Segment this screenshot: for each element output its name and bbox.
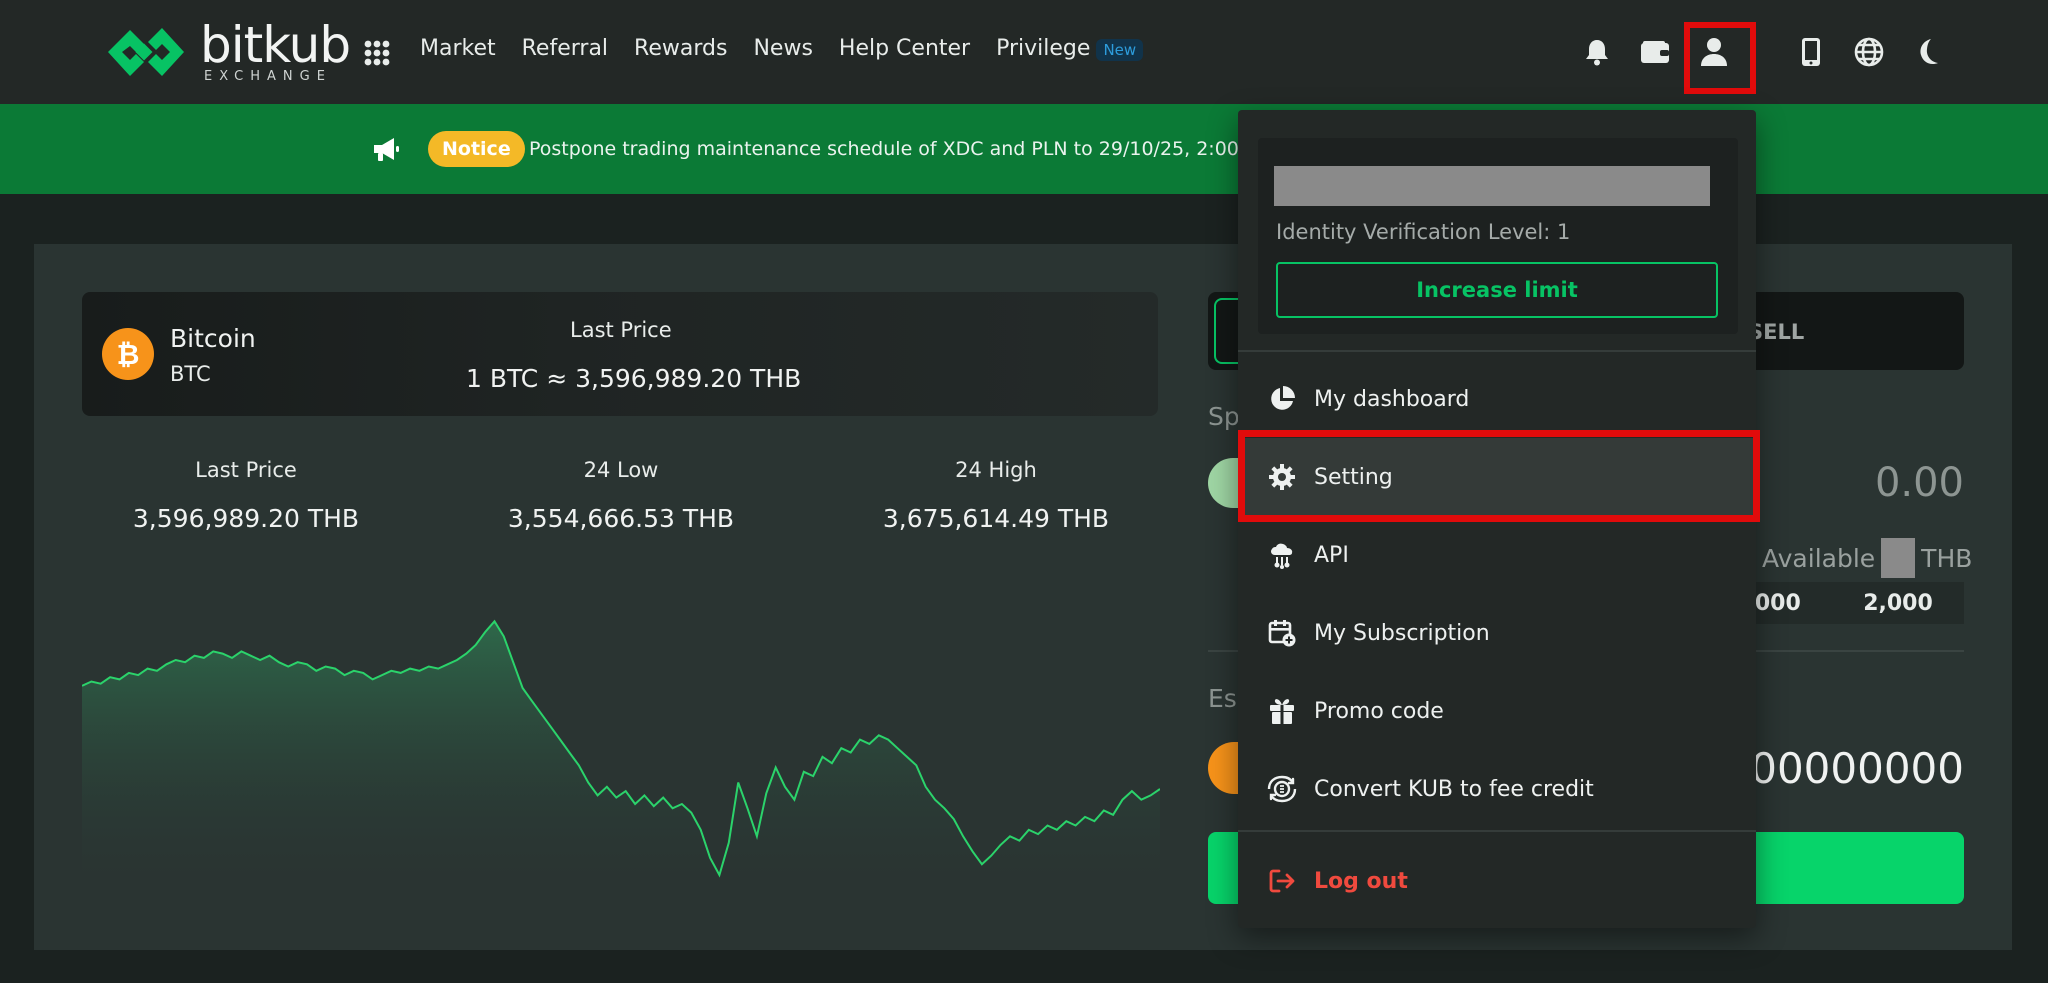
menu-item-promo-code[interactable]: Promo code (1238, 672, 1756, 750)
menu-item-label: API (1314, 542, 1349, 568)
bell-icon[interactable] (1579, 34, 1615, 70)
stat-24-low-value: 3,554,666.53 THB (507, 504, 735, 533)
menu-item-label: My Subscription (1314, 620, 1490, 646)
logo-word: bitkub (200, 15, 351, 74)
menu-item-label: My dashboard (1314, 386, 1470, 412)
menu-item-convert-kub[interactable]: Convert KUB to fee credit (1238, 750, 1756, 828)
last-price-value: 1 BTC ≈ 3,596,989.20 THB (466, 364, 802, 393)
stat-24-high-label: 24 High (955, 458, 1037, 482)
available-label: Available (1762, 543, 1876, 573)
estimate-label: Es (1208, 684, 1237, 713)
main-nav: Market Referral Rewards News Help Center… (420, 36, 1144, 61)
logout-label: Log out (1314, 868, 1408, 894)
notice-pill: Notice (428, 131, 525, 167)
cloud-network-icon (1266, 539, 1298, 571)
bitkub-logo-icon (100, 20, 192, 84)
phone-icon[interactable] (1793, 34, 1829, 70)
coin-name: Bitcoin (170, 324, 256, 353)
setting-highlight (1238, 430, 1760, 522)
menu-divider-top (1238, 350, 1756, 352)
nav-referral[interactable]: Referral (522, 36, 608, 61)
coin-header-panel (82, 292, 1158, 416)
menu-item-api[interactable]: API (1238, 516, 1756, 594)
nav-rewards[interactable]: Rewards (634, 36, 727, 61)
new-badge: New (1096, 38, 1144, 61)
available-balance: Available THB (1762, 538, 1972, 578)
globe-icon[interactable] (1851, 34, 1887, 70)
nav-privilege[interactable]: Privilege (996, 36, 1090, 61)
redacted-user-name (1274, 166, 1710, 206)
verification-level: Identity Verification Level: 1 (1276, 220, 1571, 244)
menu-item-my-subscription[interactable]: My Subscription (1238, 594, 1756, 672)
stat-24-low-label: 24 Low (583, 458, 659, 482)
estimate-value: 00000000 (1750, 744, 1964, 793)
menu-item-label: Convert KUB to fee credit (1314, 776, 1594, 802)
menu-divider-bottom (1238, 830, 1756, 832)
spend-label: Sp (1208, 402, 1240, 431)
stat-24-high-value: 3,675,614.49 THB (882, 504, 1110, 533)
pie-chart-icon (1266, 383, 1298, 415)
stat-last-price-label: Last Price (195, 458, 297, 482)
apps-grid-icon[interactable] (364, 40, 390, 66)
gift-icon (1266, 695, 1298, 727)
amount-input[interactable]: 0.00 (1875, 460, 1964, 506)
calendar-add-icon (1266, 617, 1298, 649)
convert-coin-icon (1266, 773, 1298, 805)
user-icon-highlight (1684, 22, 1756, 94)
logo-subtitle: EXCHANGE (204, 68, 332, 84)
moon-icon[interactable] (1910, 34, 1946, 70)
bitkub-logo[interactable]: bitkub EXCHANGE (100, 15, 351, 84)
available-unit: THB (1921, 543, 1973, 573)
price-chart (82, 619, 1160, 900)
bitcoin-coin-icon: ₿ (102, 328, 154, 380)
nav-help-center[interactable]: Help Center (839, 36, 970, 61)
wallet-icon[interactable] (1637, 34, 1673, 70)
nav-news[interactable]: News (753, 36, 812, 61)
increase-limit-button[interactable]: Increase limit (1276, 262, 1718, 318)
notice-text[interactable]: Postpone trading maintenance schedule of… (529, 138, 1273, 160)
menu-item-log-out[interactable]: Log out (1238, 842, 1756, 920)
last-price-label: Last Price (570, 318, 672, 342)
megaphone-icon (372, 136, 400, 166)
menu-item-my-dashboard[interactable]: My dashboard (1238, 360, 1756, 438)
menu-item-label: Promo code (1314, 698, 1444, 724)
logout-icon (1266, 865, 1298, 897)
stat-last-price-value: 3,596,989.20 THB (132, 504, 360, 533)
redacted-balance (1881, 538, 1916, 578)
nav-market[interactable]: Market (420, 36, 496, 61)
chart-area-fill (82, 621, 1160, 900)
coin-symbol: BTC (170, 362, 211, 386)
sell-tab[interactable]: SELL (1748, 320, 1804, 344)
quick-amount-2000[interactable]: 2,000 (1832, 591, 1964, 616)
